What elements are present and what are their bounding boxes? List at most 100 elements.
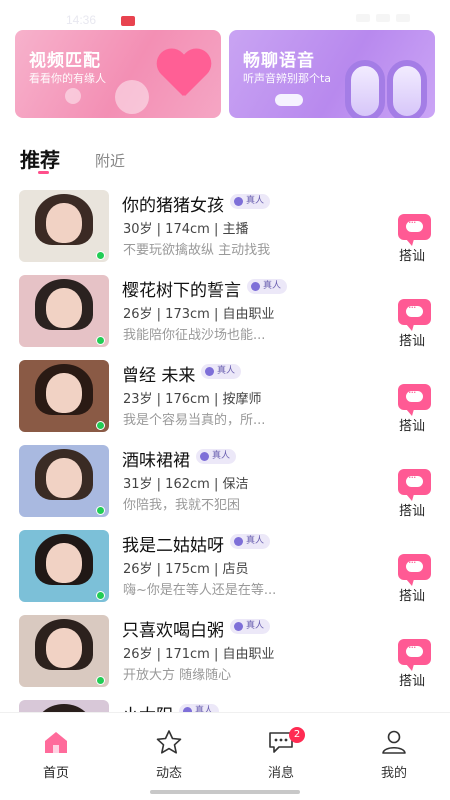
user-avatar[interactable] [19, 700, 109, 712]
user-avatar[interactable] [19, 360, 109, 432]
user-info: 26岁 | 171cm | 自由职业 [123, 647, 275, 662]
user-name: 你的猪猪女孩 [122, 196, 224, 216]
verified-icon [234, 622, 243, 631]
user-avatar[interactable] [19, 275, 109, 347]
verified-badge: 真人 [230, 619, 271, 634]
verified-label: 真人 [246, 196, 265, 206]
chat-bubble-icon [398, 554, 431, 586]
verified-badge: 真人 [201, 364, 242, 379]
voice-chat-banner[interactable]: 畅聊语音 听声音辨别那个ta [229, 30, 435, 118]
chat-button[interactable]: 搭讪 [396, 214, 432, 264]
star-icon [156, 730, 182, 754]
verified-icon [200, 452, 209, 461]
chat-label: 搭讪 [399, 504, 426, 519]
status-bar: 14:36 [0, 0, 450, 30]
verified-label: 真人 [217, 366, 236, 376]
voice-icon [345, 60, 435, 118]
user-avatar[interactable] [19, 190, 109, 262]
wifi-icon [376, 14, 390, 22]
nav-label: 动态 [155, 766, 182, 781]
user-name: 只喜欢喝白粥 [122, 621, 224, 641]
user-info: 26岁 | 175cm | 店员 [123, 562, 249, 577]
online-dot [96, 336, 105, 345]
user-motto: 嗨~你是在等人还是在等... [123, 583, 277, 598]
chat-label: 搭讪 [399, 334, 426, 349]
banner-subtitle: 看看你的有缘人 [29, 72, 106, 85]
tab-indicator [38, 171, 49, 174]
online-dot [96, 506, 105, 515]
user-motto: 开放大方 随缘随心 [123, 668, 232, 683]
chat-button[interactable]: 搭讪 [396, 384, 432, 434]
chat-label: 搭讪 [399, 249, 426, 264]
chat-button[interactable]: 搭讪 [396, 639, 432, 689]
nav-moments[interactable]: 动态 [139, 729, 199, 781]
verified-label: 真人 [246, 536, 265, 546]
signal-icon [356, 14, 370, 22]
heart-icon [155, 50, 211, 102]
chat-button[interactable]: 搭讪 [396, 554, 432, 604]
user-info: 23岁 | 176cm | 按摩师 [123, 392, 262, 407]
cloud-icon [275, 94, 303, 106]
user-row[interactable]: 你的猪猪女孩 真人 30岁 | 174cm | 主播不要玩欲擒故纵 主动找我 搭讪 [0, 190, 450, 275]
chat-button[interactable]: 搭讪 [396, 469, 432, 519]
verified-label: 真人 [246, 621, 265, 631]
chat-label: 搭讪 [399, 674, 426, 689]
tab-recommend[interactable]: 推荐 [20, 144, 60, 173]
decor-bubble [65, 88, 81, 104]
video-match-banner[interactable]: 视频匹配 看看你的有缘人 [15, 30, 221, 118]
chat-bubble-icon [398, 299, 431, 331]
user-name: 我是二姑姑呀 [122, 536, 224, 556]
nav-label: 我的 [380, 766, 407, 781]
user-avatar[interactable] [19, 530, 109, 602]
user-row[interactable]: 小太阳真人 [0, 700, 450, 712]
user-row[interactable]: 我是二姑姑呀 真人 26岁 | 175cm | 店员嗨~你是在等人还是在等... 搭讪 [0, 530, 450, 615]
chat-bubble-icon [398, 384, 431, 416]
user-name: 小太阳 [122, 701, 173, 712]
verified-badge: 真人 [230, 534, 271, 549]
user-icon [382, 730, 406, 754]
verified-label: 真人 [263, 281, 282, 291]
status-time: 14:36 [66, 13, 97, 27]
user-avatar[interactable] [19, 615, 109, 687]
online-dot [96, 251, 105, 260]
user-row[interactable]: 只喜欢喝白粥 真人 26岁 | 171cm | 自由职业开放大方 随缘随心 搭讪 [0, 615, 450, 700]
tab-nearby[interactable]: 附近 [95, 150, 125, 171]
verified-badge: 真人 [179, 704, 220, 712]
user-row[interactable]: 酒味裙裙 真人 31岁 | 162cm | 保洁你陪我，我就不犯困 搭讪 [0, 445, 450, 530]
chat-bubble-icon [398, 469, 431, 501]
verified-badge: 真人 [196, 449, 237, 464]
online-dot [96, 421, 105, 430]
user-motto: 不要玩欲擒故纵 主动找我 [123, 243, 271, 258]
verified-label: 真人 [212, 451, 231, 461]
banner-title: 视频匹配 [29, 51, 101, 71]
user-list[interactable]: 你的猪猪女孩真人30岁 | 174cm | 主播不要玩欲擒故纵 主动找我搭讪樱花… [0, 190, 450, 712]
banner-title: 畅聊语音 [243, 51, 315, 71]
nav-profile[interactable]: 我的 [364, 729, 424, 781]
banner-subtitle: 听声音辨别那个ta [243, 72, 332, 85]
home-icon [45, 732, 67, 753]
user-motto: 我能陪你征战沙场也能... [123, 328, 266, 343]
bottom-nav: 首页 动态 2 消息 我的 [0, 712, 450, 800]
verified-icon [234, 537, 243, 546]
status-icons [330, 14, 410, 24]
user-row[interactable]: 樱花树下的誓言 真人 26岁 | 173cm | 自由职业 我能陪你征战沙场也能...… [0, 275, 450, 360]
user-motto: 我是个容易当真的，所... [123, 413, 266, 428]
user-name: 酒味裙裙 [122, 451, 190, 471]
nav-messages[interactable]: 2 消息 [251, 727, 311, 781]
user-info: 31岁 | 162cm | 保洁 [123, 477, 249, 492]
chat-button[interactable]: 搭讪 [396, 299, 432, 349]
user-info: 26岁 | 173cm | 自由职业 [123, 307, 275, 322]
user-motto: 你陪我，我就不犯困 [123, 498, 241, 513]
user-name: 曾经 未来 [122, 366, 196, 386]
user-avatar[interactable] [19, 445, 109, 517]
nav-home[interactable]: 首页 [26, 729, 86, 781]
unread-badge: 2 [289, 727, 305, 743]
user-row[interactable]: 曾经 未来 真人 23岁 | 176cm | 按摩师我是个容易当真的，所... 搭讪 [0, 360, 450, 445]
screen-record-icon [121, 16, 135, 26]
verified-icon [234, 197, 243, 206]
verified-badge: 真人 [230, 194, 271, 209]
chat-label: 搭讪 [399, 589, 426, 604]
user-info: 30岁 | 174cm | 主播 [123, 222, 249, 237]
online-dot [96, 591, 105, 600]
chat-bubble-icon [398, 639, 431, 671]
